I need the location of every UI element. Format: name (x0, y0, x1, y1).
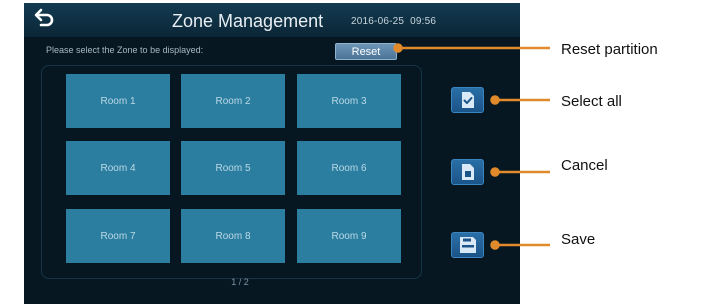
callout-select-all: Select all (561, 93, 622, 110)
callout-dot-select-all (490, 95, 500, 105)
callout-cancel: Cancel (561, 157, 608, 174)
callout-dot-cancel (490, 167, 500, 177)
callout-reset-partition: Reset partition (561, 41, 658, 58)
callout-dot-save (490, 240, 500, 250)
callout-save: Save (561, 231, 596, 248)
callout-dot-reset (393, 43, 403, 53)
